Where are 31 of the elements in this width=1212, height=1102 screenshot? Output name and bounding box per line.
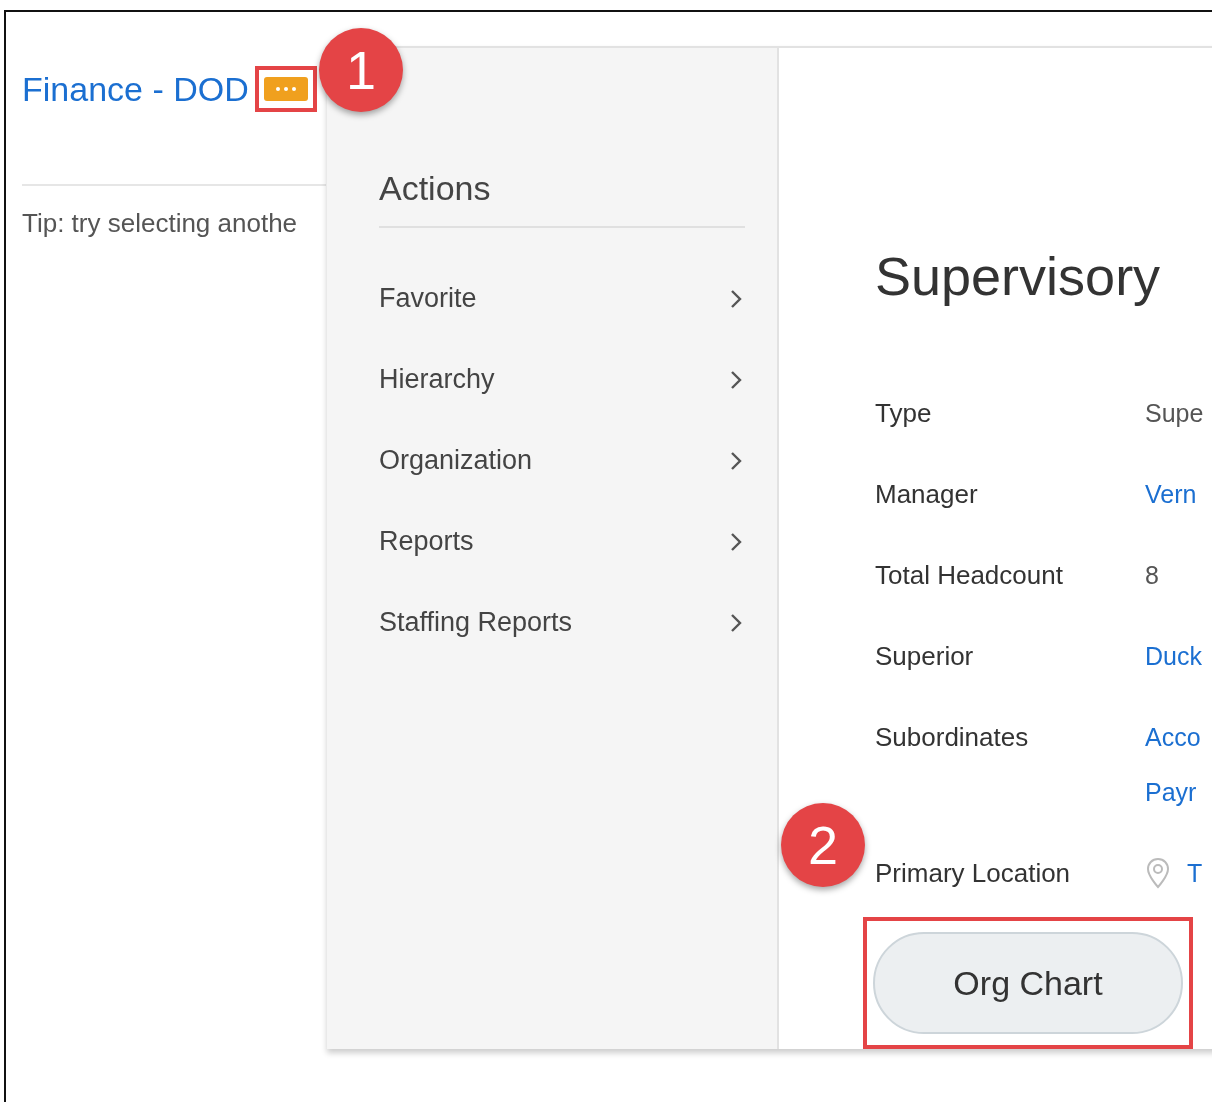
callout-badge: 1: [319, 28, 403, 112]
field-label: Manager: [875, 478, 979, 511]
field-label: Total Headcount: [875, 559, 1064, 592]
tip-text: Tip: try selecting anothe: [22, 208, 299, 239]
menu-heading: Actions: [379, 168, 745, 228]
panel-title: Supervisory: [875, 245, 1162, 308]
field-value: 8: [1145, 560, 1159, 591]
field-label: Primary Location: [875, 857, 1072, 890]
chevron-right-icon: [729, 368, 743, 391]
page-title[interactable]: Finance - DOD: [22, 69, 249, 109]
menu-item[interactable]: Hierarchy: [379, 339, 743, 420]
chevron-right-icon: [729, 449, 743, 472]
field-link[interactable]: Payr: [1145, 775, 1201, 809]
menu-item[interactable]: Favorite: [379, 258, 743, 339]
chevron-right-icon: [729, 287, 743, 310]
chevron-right-icon: [729, 611, 743, 634]
more-actions-button[interactable]: [263, 77, 308, 101]
menu-item[interactable]: Staffing Reports: [379, 582, 743, 663]
org-chart-button[interactable]: Org Chart: [873, 932, 1183, 1034]
field-value: Supe: [1145, 398, 1204, 429]
field-link[interactable]: T: [1187, 856, 1203, 890]
field-link[interactable]: Vern: [1145, 477, 1197, 511]
location-pin-icon: [1145, 857, 1171, 889]
field-label: Type: [875, 397, 933, 430]
menu-item[interactable]: Reports: [379, 501, 743, 582]
field-label: Subordinates: [875, 721, 1030, 754]
field-link[interactable]: Duck: [1145, 639, 1202, 673]
field-link[interactable]: Acco: [1145, 720, 1201, 754]
menu-item[interactable]: Organization: [379, 420, 743, 501]
chevron-right-icon: [729, 530, 743, 553]
field-label: Superior: [875, 640, 975, 673]
